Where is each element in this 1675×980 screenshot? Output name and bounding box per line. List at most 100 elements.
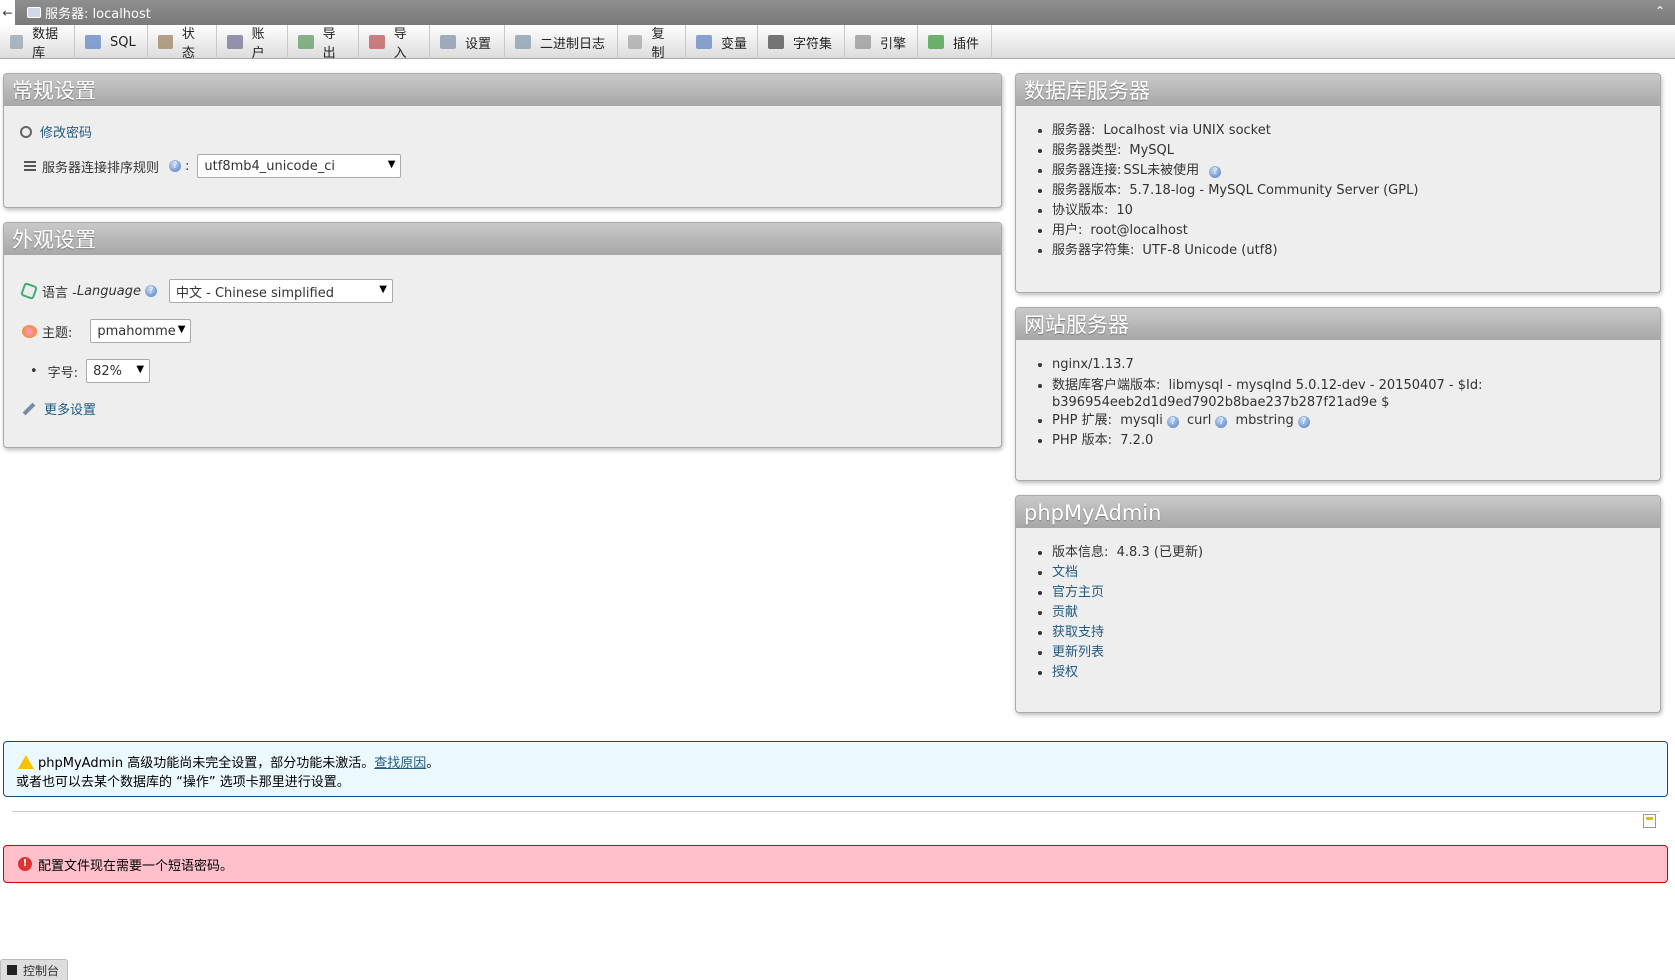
panel-title-phpmyadmin: phpMyAdmin bbox=[1016, 496, 1660, 528]
server-breadcrumb-title[interactable]: 服务器: localhost bbox=[45, 3, 151, 22]
engine-icon bbox=[855, 35, 871, 49]
dropdown-arrow-icon: ▼ bbox=[379, 284, 387, 295]
server-icon bbox=[27, 7, 41, 18]
tab-label: 变量 bbox=[721, 36, 748, 52]
tab-4[interactable]: 导出 bbox=[288, 25, 359, 61]
pma-link[interactable]: 官方主页 bbox=[1052, 585, 1104, 600]
list-item: 服务器类型: MySQL bbox=[1052, 141, 1418, 161]
tab-label: SQL bbox=[110, 34, 136, 50]
tab-label: 数据库 bbox=[32, 27, 59, 61]
info-value: 5.7.18-log - MySQL Community Server (GPL… bbox=[1129, 183, 1419, 198]
help-icon[interactable]: ? bbox=[1297, 416, 1310, 428]
plugin-icon bbox=[928, 35, 944, 49]
collation-select[interactable]: utf8mb4_unicode_ci ▼ bbox=[197, 154, 402, 178]
sql-icon bbox=[85, 35, 101, 49]
list-item: PHP 版本: 7.2.0 bbox=[1052, 431, 1483, 451]
server-breadcrumb-bar: ← 服务器: localhost ⌃ bbox=[0, 0, 1675, 25]
console-label: 控制台 bbox=[23, 963, 60, 978]
accounts-icon bbox=[227, 35, 243, 49]
info-value: root@localhost bbox=[1090, 223, 1188, 238]
font-size-select-value: 82% bbox=[93, 363, 122, 379]
version-label: 版本信息: bbox=[1052, 545, 1109, 560]
tab-8[interactable]: 复制 bbox=[618, 25, 686, 61]
tab-label: 账户 bbox=[251, 27, 265, 61]
binlog-icon bbox=[515, 35, 531, 49]
tab-label: 导出 bbox=[322, 27, 336, 61]
list-item: 版本信息: 4.8.3 (已更新) bbox=[1052, 543, 1203, 563]
tab-0[interactable]: 数据库 bbox=[0, 25, 75, 61]
tab-label: 字符集 bbox=[793, 36, 833, 52]
tab-7[interactable]: 二进制日志 bbox=[505, 25, 618, 59]
tab-9[interactable]: 变量 bbox=[686, 25, 758, 59]
tab-label: 设置 bbox=[465, 36, 492, 52]
theme-label: 主题: bbox=[42, 325, 73, 341]
general-settings-panel: 常规设置 修改密码 服务器连接排序规则 ? : utf8mb4_unicode_… bbox=[3, 73, 1002, 208]
notice-toggle-icon[interactable] bbox=[1643, 814, 1656, 828]
tab-3[interactable]: 账户 bbox=[217, 25, 288, 61]
config-notice: phpMyAdmin 高级功能尚未完全设置，部分功能未激活。 查找原因 。 或者… bbox=[3, 741, 1668, 797]
notice-text-1: phpMyAdmin 高级功能尚未完全设置，部分功能未激活。 bbox=[38, 756, 375, 771]
help-icon[interactable]: ? bbox=[1166, 416, 1179, 428]
list-item: 用户: root@localhost bbox=[1052, 221, 1418, 241]
pma-link[interactable]: 获取支持 bbox=[1052, 625, 1104, 640]
pma-link[interactable]: 文档 bbox=[1052, 565, 1078, 580]
more-settings-link[interactable]: 更多设置 bbox=[44, 399, 96, 418]
tab-label: 复制 bbox=[651, 27, 665, 61]
notice-text-1-end: 。 bbox=[426, 756, 440, 771]
tab-6[interactable]: 设置 bbox=[430, 25, 505, 59]
notice-text-2: 或者也可以去某个数据库的 “操作” 选项卡那里进行设置。 bbox=[16, 775, 350, 790]
info-value: MySQL bbox=[1129, 143, 1175, 158]
error-text: 配置文件现在需要一个短语密码。 bbox=[38, 858, 234, 874]
nginx-version: nginx/1.13.7 bbox=[1052, 357, 1134, 372]
tab-1[interactable]: SQL bbox=[75, 25, 148, 59]
dropdown-arrow-icon: ▼ bbox=[177, 324, 186, 335]
language-select[interactable]: 中文 - Chinese simplified ▼ bbox=[168, 279, 393, 303]
list-item: 服务器连接:SSL未被使用? bbox=[1052, 161, 1418, 181]
tab-12[interactable]: 插件 bbox=[918, 25, 992, 59]
help-icon[interactable]: ? bbox=[169, 160, 182, 172]
list-item: 官方主页 bbox=[1052, 583, 1203, 603]
language-icon bbox=[20, 282, 38, 300]
pma-link[interactable]: 更新列表 bbox=[1052, 645, 1104, 660]
help-icon[interactable]: ? bbox=[1215, 416, 1228, 428]
tab-5[interactable]: 导入 bbox=[359, 25, 430, 61]
tab-11[interactable]: 引擎 bbox=[845, 25, 918, 59]
collapse-icon[interactable]: ⌃ bbox=[1655, 4, 1665, 18]
pma-link[interactable]: 贡献 bbox=[1052, 605, 1078, 620]
theme-select[interactable]: pmahomme ▼ bbox=[90, 319, 192, 343]
php-version-value: 7.2.0 bbox=[1120, 433, 1154, 448]
tab-10[interactable]: 字符集 bbox=[758, 25, 845, 59]
console-toggle[interactable]: 控制台 bbox=[0, 959, 68, 980]
back-arrow-icon[interactable]: ← bbox=[0, 0, 15, 25]
settings-wrench-icon bbox=[440, 35, 456, 49]
theme-select-value: pmahomme bbox=[97, 323, 176, 339]
change-password-link[interactable]: 修改密码 bbox=[40, 122, 92, 141]
panel-title-general: 常规设置 bbox=[4, 74, 1001, 106]
php-ext-mbstring: mbstring bbox=[1235, 413, 1294, 428]
replication-icon bbox=[628, 35, 643, 49]
pma-link[interactable]: 授权 bbox=[1052, 665, 1078, 680]
font-size-select[interactable]: 82% ▼ bbox=[86, 359, 151, 383]
collation-label: 服务器连接排序规则 bbox=[42, 160, 160, 176]
collation-select-value: utf8mb4_unicode_ci bbox=[204, 158, 335, 174]
tab-label: 二进制日志 bbox=[540, 36, 606, 52]
web-server-info-list: nginx/1.13.7 数据库客户端版本: libmysql - mysqln… bbox=[1016, 355, 1483, 451]
database-icon bbox=[10, 35, 24, 49]
tab-2[interactable]: 状态 bbox=[148, 25, 217, 61]
php-ext-label: PHP 扩展: bbox=[1052, 413, 1112, 428]
version-value: 4.8.3 (已更新) bbox=[1116, 545, 1204, 560]
info-label: 用户: bbox=[1052, 223, 1083, 238]
info-label: 服务器类型: bbox=[1052, 143, 1122, 158]
phpmyadmin-info-list: 版本信息: 4.8.3 (已更新) 文档官方主页贡献获取支持更新列表授权 bbox=[1016, 543, 1203, 683]
tab-label: 状态 bbox=[181, 27, 195, 61]
php-ext-mysqli: mysqli bbox=[1120, 413, 1163, 428]
info-label: 服务器连接: bbox=[1052, 163, 1122, 178]
find-reason-link[interactable]: 查找原因 bbox=[374, 752, 426, 771]
password-key-icon bbox=[20, 125, 32, 138]
info-value: Localhost via UNIX socket bbox=[1103, 123, 1271, 138]
web-server-panel: 网站服务器 nginx/1.13.7 数据库客户端版本: libmysql - … bbox=[1015, 307, 1661, 481]
help-icon[interactable]: ? bbox=[144, 285, 157, 297]
bullet: • bbox=[30, 363, 38, 379]
list-item: 文档 bbox=[1052, 563, 1203, 583]
help-icon[interactable]: ? bbox=[1209, 166, 1222, 178]
